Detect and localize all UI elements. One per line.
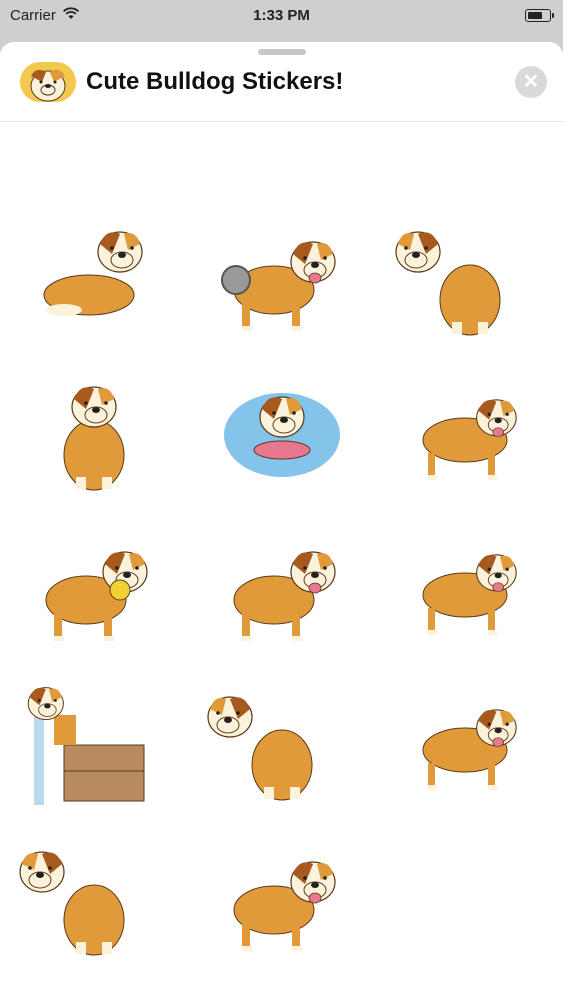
bulldog-bowl-sticker[interactable] xyxy=(188,197,376,352)
page-title: Cute Bulldog Stickers! xyxy=(86,67,344,95)
sheet-grabber[interactable] xyxy=(257,49,306,55)
bulldog-swimming-illustration xyxy=(224,392,340,477)
bulldog-sitting-back-2-illustration xyxy=(19,850,125,955)
sticker-sheet: Cute Bulldog Stickers! ✕ xyxy=(0,42,563,1000)
bulldog-yawning-sticker[interactable] xyxy=(188,507,376,662)
bulldog-running-sticker[interactable] xyxy=(376,507,563,662)
status-bar: Carrier 1:33 PM xyxy=(0,0,563,30)
bulldog-ball-illustration xyxy=(45,550,148,641)
bulldog-bowl-illustration xyxy=(221,240,336,331)
close-button[interactable]: ✕ xyxy=(515,65,547,98)
bulldog-lying-illustration xyxy=(43,230,143,316)
bulldog-stairs-sticker[interactable] xyxy=(0,662,188,817)
bulldog-sitting-front-sticker[interactable] xyxy=(376,197,563,352)
bulldog-app-icon xyxy=(20,61,76,102)
bulldog-standing-tongue-sticker[interactable] xyxy=(188,817,376,972)
close-icon: ✕ xyxy=(522,71,540,93)
bulldog-swimming-sticker[interactable] xyxy=(188,352,376,507)
sheet-header: Cute Bulldog Stickers! ✕ xyxy=(0,42,563,122)
bulldog-sitting-front-illustration xyxy=(395,230,501,335)
bulldog-running-illustration xyxy=(422,553,517,635)
bulldog-scratching-illustration xyxy=(63,385,125,490)
bulldog-sitting-sad-sticker[interactable] xyxy=(188,662,376,817)
sticker-grid[interactable] xyxy=(0,47,563,1000)
bulldog-ball-sticker[interactable] xyxy=(0,507,188,662)
bulldog-stretching-sticker[interactable] xyxy=(376,352,563,507)
bulldog-sitting-sad-illustration xyxy=(207,695,313,800)
battery-icon xyxy=(525,8,554,22)
bulldog-standing-tongue-illustration xyxy=(233,860,336,951)
bulldog-stretching-illustration xyxy=(422,398,517,480)
bulldog-scratching-sticker[interactable] xyxy=(0,352,188,507)
bulldog-bowing-illustration xyxy=(422,708,517,790)
bulldog-lying-sticker[interactable] xyxy=(0,197,188,352)
bulldog-yawning-illustration xyxy=(233,550,336,641)
bulldog-sitting-back-2-sticker[interactable] xyxy=(0,817,188,972)
bulldog-stairs-illustration xyxy=(27,686,145,805)
bulldog-bowing-sticker[interactable] xyxy=(376,662,563,817)
status-time: 1:33 PM xyxy=(253,6,310,24)
